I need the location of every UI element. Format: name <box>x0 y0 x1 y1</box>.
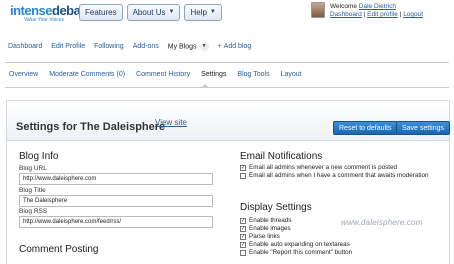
check-icon: ✓ <box>241 165 246 171</box>
comment-posting-heading: Comment Posting <box>19 244 99 255</box>
welcome-prefix: Welcome <box>330 3 357 10</box>
chevron-down-icon: ▼ <box>168 9 175 15</box>
secondary-nav: Overview Moderate Comments (0) Comment H… <box>9 71 313 78</box>
check-icon: ✓ <box>241 218 246 224</box>
display-settings-heading: Display Settings <box>240 202 312 213</box>
add-blog-label: Add blog <box>223 43 252 50</box>
tab-layout[interactable]: Layout <box>281 71 302 78</box>
check-icon: ✓ <box>241 226 246 232</box>
checkbox[interactable] <box>240 173 246 179</box>
view-site-link[interactable]: View site <box>155 118 187 127</box>
option-label: Email all admins when I have a comment t… <box>249 172 429 179</box>
blog-rss-label: Blog RSS <box>19 208 48 215</box>
checkbox[interactable]: ✓ <box>240 242 246 248</box>
check-icon: ✓ <box>241 242 246 248</box>
blog-info-heading: Blog Info <box>19 151 59 162</box>
checkbox[interactable] <box>240 250 246 256</box>
primary-nav-edit-profile[interactable]: Edit Profile <box>51 43 85 50</box>
plus-icon: + <box>217 43 222 50</box>
top-header: intensedebate Value Your Voices Features… <box>0 0 454 36</box>
user-text: Welcome Dale Dietrich Dashboard | Edit p… <box>330 3 423 19</box>
checkbox[interactable]: ✓ <box>240 218 246 224</box>
primary-nav-following[interactable]: Following <box>94 43 124 50</box>
chevron-down-icon: ▼ <box>209 9 216 15</box>
about-us-label: About Us <box>132 8 166 17</box>
my-blogs-label: My Blogs <box>167 43 197 51</box>
email-option-new-comment[interactable]: ✓ Email all admins whenever a new commen… <box>240 164 445 172</box>
save-settings-button[interactable]: Save settings <box>396 121 451 135</box>
dashboard-link[interactable]: Dashboard <box>330 11 362 18</box>
settings-panel: Settings for The Daleisphere View site R… <box>6 100 451 264</box>
display-option-threads[interactable]: ✓ Enable threads <box>240 217 291 225</box>
features-label: Features <box>85 8 117 17</box>
primary-nav-my-blogs[interactable]: My Blogs ▼ <box>168 42 209 51</box>
blog-url-input[interactable]: http://www.daleisphere.com <box>19 173 213 185</box>
option-label: Enable "Report this comment" button <box>249 249 353 256</box>
avatar[interactable] <box>311 2 325 18</box>
blog-title-label: Blog Title <box>19 187 46 194</box>
divider <box>5 62 449 63</box>
separator: | <box>399 11 402 18</box>
display-option-auto-expand[interactable]: ✓ Enable auto expanding on textareas <box>240 241 350 249</box>
checkbox[interactable]: ✓ <box>240 165 246 171</box>
option-label: Enable images <box>249 225 291 232</box>
checkbox[interactable]: ✓ <box>240 234 246 240</box>
help-label: Help <box>190 8 207 17</box>
option-label: Parse links <box>249 233 280 240</box>
about-us-button[interactable]: About Us ▼ <box>126 4 181 21</box>
logo-word-intense: intense <box>10 3 53 18</box>
primary-nav-add-ons[interactable]: Add-ons <box>133 43 159 50</box>
blog-rss-input[interactable]: http://www.daleisphere.com/feed/rss/ <box>19 216 213 228</box>
features-button[interactable]: Features <box>79 4 123 21</box>
option-label: Enable threads <box>249 217 292 224</box>
chevron-down-icon[interactable]: ▼ <box>199 42 209 51</box>
blog-url-label: Blog URL <box>19 165 47 172</box>
separator: | <box>363 11 366 18</box>
user-name-link[interactable]: Dale Dietrich <box>359 3 396 10</box>
tab-moderate-comments[interactable]: Moderate Comments (0) <box>49 71 125 78</box>
display-option-report-button[interactable]: Enable "Report this comment" button <box>240 249 352 257</box>
edit-profile-link[interactable]: Edit profile <box>367 11 398 18</box>
reset-defaults-button[interactable]: Reset to defaults <box>333 121 398 135</box>
tab-blog-tools[interactable]: Blog Tools <box>237 71 269 78</box>
email-option-moderation[interactable]: Email all admins when I have a comment t… <box>240 172 430 180</box>
add-blog-link[interactable]: + Add blog <box>218 43 252 50</box>
primary-nav: Dashboard Edit Profile Following Add-ons… <box>8 42 260 51</box>
check-icon: ✓ <box>241 234 246 240</box>
help-button[interactable]: Help ▼ <box>184 4 222 21</box>
display-option-parse-links[interactable]: ✓ Parse links <box>240 233 280 241</box>
checkbox[interactable]: ✓ <box>240 226 246 232</box>
logout-link[interactable]: Logout <box>403 11 423 18</box>
top-nav: Features About Us ▼ Help ▼ <box>79 4 226 21</box>
tab-overview[interactable]: Overview <box>9 71 38 78</box>
watermark: www.daleisphere.com <box>341 218 423 227</box>
primary-nav-dashboard[interactable]: Dashboard <box>8 43 42 50</box>
tab-comment-history[interactable]: Comment History <box>136 71 190 78</box>
option-label: Enable auto expanding on textareas <box>249 241 350 248</box>
email-notifications-heading: Email Notifications <box>240 151 323 162</box>
display-option-images[interactable]: ✓ Enable images <box>240 225 291 233</box>
divider <box>5 87 449 88</box>
tab-settings[interactable]: Settings <box>201 71 226 78</box>
page-title: Settings for The Daleisphere <box>16 121 166 133</box>
option-label: Email all admins whenever a new comment … <box>249 164 398 171</box>
panel-header: Settings for The Daleisphere View site R… <box>7 101 451 141</box>
blog-title-input[interactable]: The Daleisphere <box>19 195 213 207</box>
